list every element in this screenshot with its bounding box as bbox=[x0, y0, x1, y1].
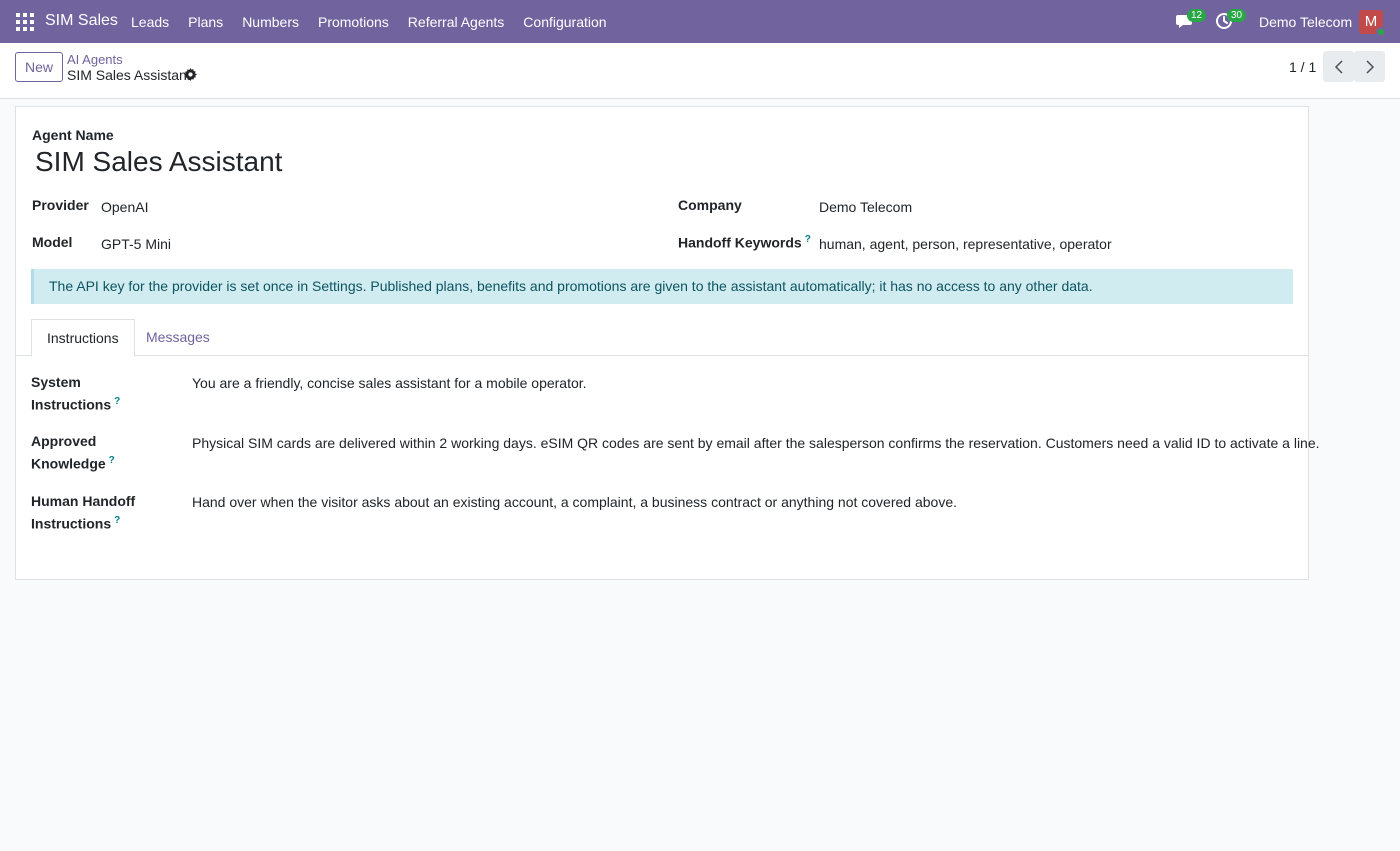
activity-button[interactable]: 30 bbox=[1215, 9, 1247, 32]
handoff-keywords-field[interactable]: human, agent, person, representative, op… bbox=[819, 236, 1112, 252]
menu-item-numbers[interactable]: Numbers bbox=[242, 14, 299, 30]
tab-messages[interactable]: Messages bbox=[131, 319, 225, 356]
handoff-keywords-label: Handoff Keywords? bbox=[678, 234, 811, 251]
chat-count-badge: 12 bbox=[1187, 9, 1207, 22]
pager-next-button[interactable] bbox=[1354, 51, 1385, 82]
approved-knowledge-label-line1: Approved bbox=[31, 433, 97, 449]
system-instructions-label: System Instructions? bbox=[31, 372, 171, 415]
menu-item-referral-agents[interactable]: Referral Agents bbox=[408, 14, 505, 30]
info-alert: The API key for the provider is set once… bbox=[31, 269, 1293, 304]
breadcrumb-ai-agents[interactable]: AI Agents bbox=[67, 52, 123, 67]
system-instructions-label-text: System Instructions bbox=[31, 374, 112, 413]
approved-knowledge-field[interactable]: Physical SIM cards are delivered within … bbox=[192, 433, 1320, 453]
help-tooltip-icon[interactable]: ? bbox=[114, 396, 120, 407]
model-label: Model bbox=[32, 234, 73, 250]
handoff-keywords-label-text: Handoff Keywords bbox=[678, 234, 802, 251]
help-tooltip-icon[interactable]: ? bbox=[805, 234, 811, 245]
company-field[interactable]: Demo Telecom bbox=[819, 199, 912, 215]
human-handoff-label-line2: Instructions bbox=[31, 515, 112, 532]
top-navbar: SIM Sales Leads Plans Numbers Promotions… bbox=[0, 0, 1400, 43]
provider-label: Provider bbox=[32, 197, 89, 213]
online-status-icon bbox=[1376, 27, 1386, 37]
model-field[interactable]: GPT-5 Mini bbox=[101, 236, 171, 252]
agent-name-field[interactable]: SIM Sales Assistant bbox=[35, 146, 282, 178]
chevron-left-icon bbox=[1334, 59, 1343, 74]
approved-knowledge-label-line2: Knowledge bbox=[31, 455, 106, 472]
avatar-initial: M bbox=[1364, 13, 1378, 30]
user-avatar[interactable]: M bbox=[1359, 10, 1386, 37]
activity-count-badge: 30 bbox=[1227, 9, 1247, 22]
pager-value[interactable]: 1 / 1 bbox=[1289, 59, 1316, 75]
messaging-button[interactable]: 12 bbox=[1175, 9, 1207, 32]
agent-name-label: Agent Name bbox=[32, 127, 114, 143]
company-switcher[interactable]: Demo Telecom bbox=[1259, 14, 1352, 30]
tab-instructions[interactable]: Instructions bbox=[31, 319, 135, 357]
chevron-right-icon bbox=[1365, 59, 1374, 74]
form-sheet: Agent Name SIM Sales Assistant Provider … bbox=[15, 106, 1320, 580]
new-button[interactable]: New bbox=[15, 52, 63, 82]
menu-item-configuration[interactable]: Configuration bbox=[523, 14, 606, 30]
breadcrumb-current-record: SIM Sales Assistant bbox=[67, 67, 191, 83]
apps-grid-icon[interactable] bbox=[16, 13, 34, 31]
menu-item-promotions[interactable]: Promotions bbox=[318, 14, 389, 30]
human-handoff-label-line1: Human Handoff bbox=[31, 493, 136, 509]
menu-item-leads[interactable]: Leads bbox=[131, 14, 169, 30]
provider-field[interactable]: OpenAI bbox=[101, 199, 148, 215]
menu-item-plans[interactable]: Plans bbox=[188, 14, 223, 30]
app-name[interactable]: SIM Sales bbox=[45, 12, 118, 30]
control-panel: New AI Agents SIM Sales Assistant 1 / 1 bbox=[0, 43, 1400, 99]
help-tooltip-icon[interactable]: ? bbox=[114, 515, 120, 526]
help-tooltip-icon[interactable]: ? bbox=[109, 455, 115, 466]
company-label: Company bbox=[678, 197, 742, 213]
notebook-tabs: Instructions Messages bbox=[16, 319, 1308, 357]
approved-knowledge-label: Approved Knowledge? bbox=[31, 431, 171, 474]
main-menu: Leads Plans Numbers Promotions Referral … bbox=[131, 14, 607, 30]
human-handoff-instructions-field[interactable]: Hand over when the visitor asks about an… bbox=[192, 492, 957, 512]
pager-previous-button[interactable] bbox=[1323, 51, 1354, 82]
gear-icon[interactable] bbox=[184, 68, 197, 81]
system-instructions-field[interactable]: You are a friendly, concise sales assist… bbox=[192, 373, 587, 393]
human-handoff-instructions-label: Human Handoff Instructions? bbox=[31, 491, 171, 534]
